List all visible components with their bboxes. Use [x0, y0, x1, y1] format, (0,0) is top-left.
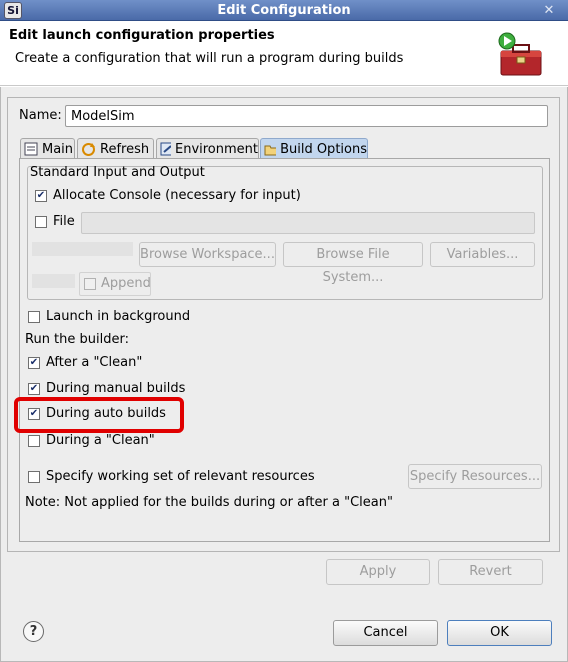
working-set-label[interactable]: Specify working set of relevant resource… [46, 469, 315, 484]
tab-main[interactable]: Main [20, 138, 75, 159]
during-clean-checkbox[interactable] [28, 435, 40, 447]
tab-build-options[interactable]: Build Options [260, 138, 368, 160]
revert-button[interactable]: Revert [438, 559, 543, 585]
apply-button[interactable]: Apply [326, 559, 430, 585]
launch-background-checkbox[interactable] [28, 311, 40, 323]
note-text: Note: Not applied for the builds during … [25, 495, 393, 510]
browse-file-system-button[interactable]: Browse File System... [283, 242, 423, 285]
highlight-box [14, 397, 184, 433]
file-path-input[interactable] [81, 212, 535, 234]
tab-environment-label: Environment [174, 141, 258, 157]
allocate-console-checkbox[interactable]: ✔ [35, 190, 47, 202]
io-group-title: Standard Input and Output [30, 165, 205, 180]
tab-refresh[interactable]: Refresh [77, 138, 154, 159]
launch-background-label[interactable]: Launch in background [46, 309, 190, 324]
help-icon[interactable]: ? [23, 621, 44, 642]
append-checkbox[interactable] [84, 278, 96, 290]
manual-builds-checkbox[interactable]: ✔ [28, 383, 40, 395]
folder-icon [264, 145, 277, 156]
manual-builds-label[interactable]: During manual builds [46, 381, 185, 396]
file-label[interactable]: File [53, 214, 75, 229]
after-clean-checkbox[interactable]: ✔ [28, 357, 40, 369]
cancel-button[interactable]: Cancel [333, 620, 438, 646]
window-close-button[interactable]: ✕ [540, 3, 558, 18]
app-icon: Si [4, 2, 22, 19]
header-title: Edit launch configuration properties [9, 28, 275, 43]
variables-button[interactable]: Variables... [430, 242, 535, 267]
run-builder-label: Run the builder: [25, 332, 129, 347]
environment-icon [160, 142, 171, 156]
browse-workspace-button[interactable]: Browse Workspace... [139, 242, 276, 267]
window-title: Edit Configuration [217, 3, 351, 18]
tab-main-label: Main [42, 141, 74, 157]
working-set-checkbox[interactable] [28, 471, 40, 483]
header-description: Create a configuration that will run a p… [15, 51, 404, 66]
tab-environment[interactable]: Environment [156, 138, 259, 159]
tab-refresh-label: Refresh [100, 141, 150, 157]
allocate-console-label[interactable]: Allocate Console (necessary for input) [53, 188, 301, 203]
toolbox-run-icon [498, 32, 542, 76]
refresh-icon [82, 142, 95, 156]
append-label[interactable]: Append [101, 276, 151, 291]
blank-placeholder [32, 274, 75, 288]
name-label: Name: [19, 108, 62, 123]
tab-build-options-label: Build Options [280, 142, 367, 157]
after-clean-label[interactable]: After a "Clean" [46, 355, 142, 370]
file-checkbox[interactable] [35, 216, 47, 228]
name-input[interactable] [65, 105, 548, 127]
main-tab-icon [24, 142, 38, 156]
specify-resources-button[interactable]: Specify Resources... [408, 464, 542, 489]
during-clean-label[interactable]: During a "Clean" [46, 433, 155, 448]
ok-button[interactable]: OK [447, 620, 552, 646]
blank-placeholder [32, 242, 133, 256]
